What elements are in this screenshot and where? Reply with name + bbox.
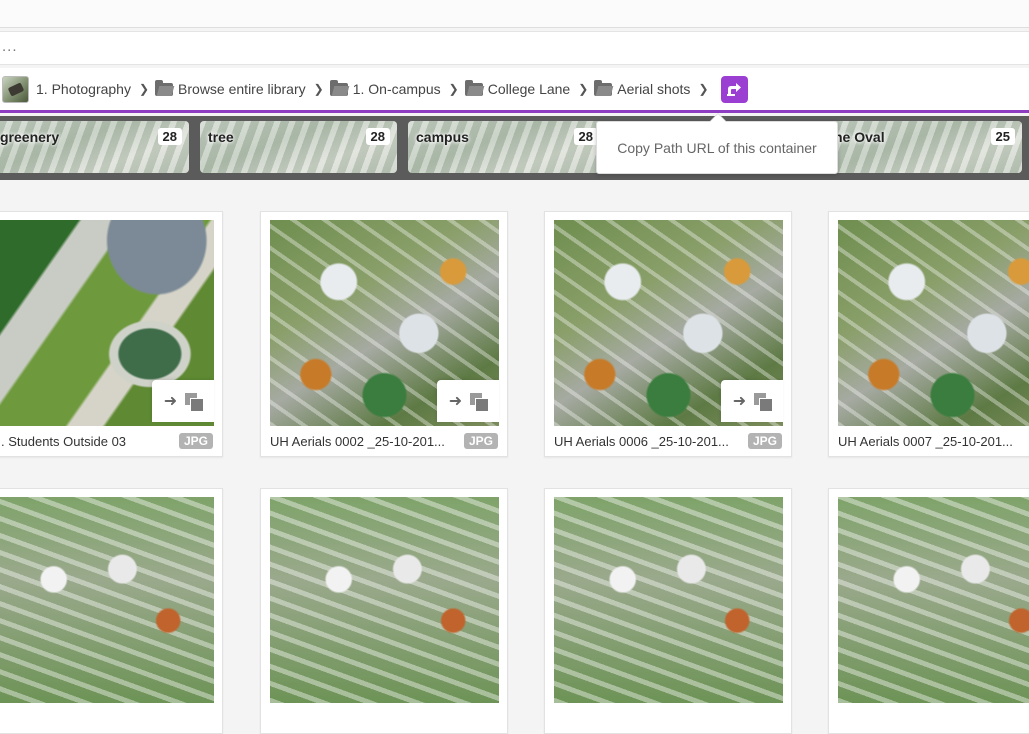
- breadcrumb-label: 1. Photography: [36, 81, 131, 97]
- asset-card[interactable]: UH Aerials 0007 _25-10-201...: [828, 211, 1029, 457]
- tag-label: campus: [416, 129, 469, 145]
- asset-card[interactable]: [0, 488, 223, 734]
- folder-icon: [594, 79, 613, 96]
- breadcrumb-item-on-campus[interactable]: 1. On-campus: [329, 79, 441, 97]
- search-text: ...: [2, 38, 18, 55]
- chevron-right-icon: ❯: [138, 82, 150, 96]
- asset-card[interactable]: [260, 488, 508, 734]
- chevron-right-icon: ❯: [313, 82, 324, 96]
- tag-greenery[interactable]: greenery 28: [0, 121, 189, 173]
- breadcrumb-label: 1. On-campus: [352, 81, 441, 97]
- tag-tree[interactable]: tree 28: [200, 121, 397, 173]
- search-bar[interactable]: ...: [0, 31, 1029, 65]
- tag-filter-bar: greenery 28 tree 28 campus 28 he Oval 25: [0, 116, 1029, 180]
- duplicate-icon[interactable]: [185, 392, 204, 411]
- asset-card[interactable]: [544, 488, 792, 734]
- arrow-right-icon[interactable]: ➜: [449, 391, 462, 411]
- tag-the-oval[interactable]: he Oval 25: [828, 121, 1022, 173]
- asset-name: UH Aerials 0007 _25-10-201...: [838, 434, 1013, 449]
- chevron-right-icon: ❯: [578, 82, 589, 96]
- copy-path-url-button[interactable]: [720, 75, 748, 103]
- duplicate-icon[interactable]: [754, 392, 773, 411]
- breadcrumb-item-browse-library[interactable]: Browse entire library: [155, 79, 306, 97]
- card-actions: ➜: [721, 380, 783, 422]
- arrow-right-icon[interactable]: ➜: [733, 391, 746, 411]
- breadcrumb-label: Aerial shots: [617, 81, 691, 97]
- copy-path-tooltip: Copy Path URL of this container: [596, 113, 838, 174]
- collection-thumbnail: [2, 75, 29, 103]
- file-type-badge: JPG: [178, 433, 213, 449]
- breadcrumb-label: Browse entire library: [178, 81, 306, 97]
- asset-thumbnail[interactable]: [0, 497, 214, 703]
- tag-count: 28: [573, 128, 598, 145]
- folder-icon: [329, 79, 348, 96]
- breadcrumb-label: College Lane: [487, 81, 571, 97]
- asset-thumbnail[interactable]: [554, 497, 783, 703]
- asset-card[interactable]: ➜ UH Aerials 0002 _25-10-201... JPG: [260, 211, 508, 457]
- tag-label: tree: [208, 129, 234, 145]
- card-actions: ➜: [152, 380, 214, 422]
- arrow-right-icon[interactable]: ➜: [164, 391, 177, 411]
- tag-count: 28: [157, 128, 182, 145]
- duplicate-icon[interactable]: [470, 392, 489, 411]
- breadcrumb-item-aerial-shots[interactable]: Aerial shots: [594, 79, 691, 97]
- tag-label: he Oval: [834, 129, 885, 145]
- tag-campus[interactable]: campus 28: [408, 121, 605, 173]
- card-actions: ➜: [437, 380, 499, 422]
- asset-name: . Students Outside 03: [1, 434, 127, 449]
- tag-count: 28: [365, 128, 390, 145]
- breadcrumb-item-photography[interactable]: 1. Photography: [2, 75, 131, 103]
- asset-name: UH Aerials 0002 _25-10-201...: [270, 434, 445, 449]
- asset-card[interactable]: ➜ . Students Outside 03 JPG: [0, 211, 223, 457]
- chevron-right-icon: ❯: [698, 82, 709, 96]
- file-type-badge: JPG: [463, 433, 498, 449]
- tag-count: 25: [990, 128, 1015, 145]
- asset-name: UH Aerials 0006 _25-10-201...: [554, 434, 729, 449]
- folder-icon: [464, 79, 483, 96]
- asset-card[interactable]: [828, 488, 1029, 734]
- breadcrumb: 1. Photography ❯ Browse entire library ❯…: [0, 68, 1029, 113]
- asset-thumbnail[interactable]: [838, 220, 1029, 426]
- file-type-badge: JPG: [747, 433, 782, 449]
- tooltip-text: Copy Path URL of this container: [617, 139, 817, 156]
- asset-thumbnail[interactable]: [838, 497, 1029, 703]
- share-link-icon: [727, 83, 741, 96]
- top-strip: [0, 0, 1029, 28]
- asset-thumbnail[interactable]: [270, 497, 499, 703]
- chevron-right-icon: ❯: [448, 82, 459, 96]
- tag-label: greenery: [0, 129, 60, 145]
- breadcrumb-item-college-lane[interactable]: College Lane: [464, 79, 571, 97]
- asset-card[interactable]: ➜ UH Aerials 0006 _25-10-201... JPG: [544, 211, 792, 457]
- folder-icon: [155, 79, 174, 96]
